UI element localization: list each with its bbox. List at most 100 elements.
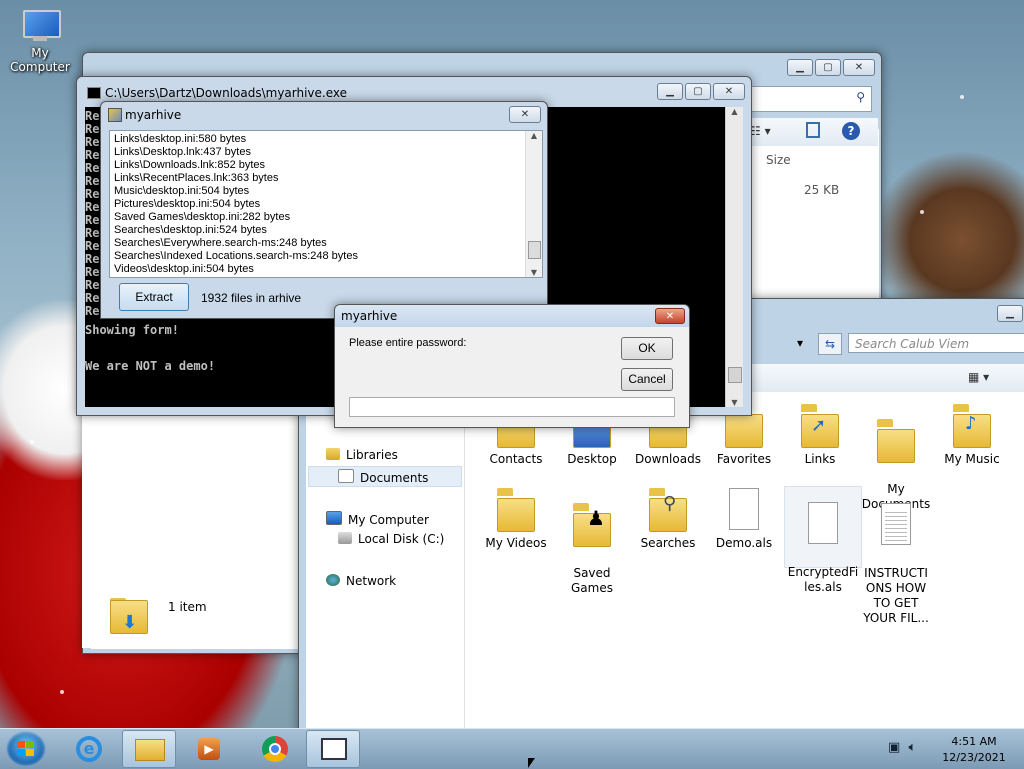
archive-file-list[interactable]: Links\desktop.ini:580 bytes Links\Deskto… [109, 130, 543, 278]
mouse-cursor-icon [528, 758, 535, 768]
folder-icon [135, 739, 165, 761]
nav-item-libraries[interactable]: Libraries [326, 448, 398, 462]
maximize-button[interactable]: ▢ [685, 83, 711, 100]
minimize-button[interactable]: ▁ [997, 305, 1023, 322]
file-my-videos[interactable]: My Videos [478, 488, 554, 551]
list-item[interactable]: Links\desktop.ini:580 bytes [114, 133, 246, 145]
console-line: Re [85, 135, 100, 149]
scroll-up-icon[interactable]: ▲ [526, 131, 542, 140]
documents-icon [338, 469, 354, 483]
document-icon [725, 488, 763, 532]
navigation-pane [306, 392, 465, 728]
dialog-titlebar: myarhive ✕ [335, 305, 689, 327]
archive-title: myarhive [125, 108, 182, 122]
file-encrypted-files-als[interactable]: EncryptedFi les.als [784, 486, 862, 594]
cancel-button[interactable]: Cancel [621, 368, 673, 391]
help-icon[interactable]: ? [842, 122, 860, 140]
taskbar-console-app[interactable] [306, 730, 360, 768]
archive-window[interactable]: myarhive ✕ Links\desktop.ini:580 bytes L… [100, 101, 548, 319]
console-line: Re [85, 161, 100, 175]
view-options-icon[interactable]: ☷ ▾ [750, 124, 771, 138]
console-scrollbar[interactable]: ▲ ▼ [725, 107, 743, 407]
text-document-icon [877, 503, 915, 547]
list-item[interactable]: Searches\Everywhere.search-ms:248 bytes [114, 237, 327, 249]
clock-date: 12/23/2021 [942, 751, 1006, 764]
status-item-count: 1 item [168, 600, 207, 614]
list-item[interactable]: Links\RecentPlaces.lnk:363 bytes [114, 172, 278, 184]
system-tray: ▣ 🔈︎ [888, 740, 916, 755]
console-line: Re [85, 278, 100, 292]
file-saved-games[interactable]: ♟ Saved Games [554, 488, 630, 596]
refresh-icon[interactable]: ⇆ [818, 333, 842, 355]
volume-icon[interactable]: 🔈︎ [908, 740, 916, 755]
scroll-thumb[interactable] [528, 241, 541, 259]
back-search-box[interactable]: ⚲ [750, 86, 872, 112]
minimize-button[interactable]: ▁ [787, 59, 813, 76]
close-button[interactable]: ✕ [655, 308, 685, 324]
file-searches[interactable]: ⚲ Searches [630, 488, 706, 551]
network-tray-icon[interactable]: ▣ [888, 740, 900, 755]
taskbar-media-player[interactable]: ▶ [182, 730, 236, 768]
list-item[interactable]: Searches\Indexed Locations.search-ms:248… [114, 250, 358, 262]
password-dialog[interactable]: myarhive ✕ Please entire password: OK Ca… [334, 304, 690, 428]
list-item[interactable]: Links\Downloads.lnk:852 bytes [114, 159, 265, 171]
change-view-icon[interactable]: ▦ ▾ [968, 370, 989, 384]
file-my-music[interactable]: ♪ My Music [934, 404, 1010, 467]
console-line: Re [85, 174, 100, 188]
chrome-icon [262, 736, 288, 762]
nav-item-network[interactable]: Network [326, 574, 396, 588]
downloads-folder-icon: ⬇ [110, 598, 148, 634]
console-title: C:\Users\Dartz\Downloads\myarhive.exe [105, 86, 348, 100]
preview-pane-icon[interactable] [806, 122, 820, 138]
desktop-icon-my-computer[interactable]: My Computer [2, 8, 78, 74]
address-dropdown-icon[interactable]: ▾ [797, 336, 803, 350]
file-label: Demo.als [715, 536, 773, 550]
nav-item-my-computer[interactable]: My Computer [326, 511, 429, 527]
file-instructions[interactable]: INSTRUCTI ONS HOW TO GET YOUR FIL... [858, 488, 934, 626]
windows-logo-icon [17, 741, 35, 757]
maximize-button[interactable]: ▢ [815, 59, 841, 76]
taskbar-chrome[interactable] [248, 730, 302, 768]
file-links[interactable]: ➚ Links [782, 404, 858, 467]
list-item[interactable]: Videos\desktop.ini:504 bytes [114, 263, 254, 275]
list-item[interactable]: Links\Desktop.lnk:437 bytes [114, 146, 251, 158]
nav-label: Local Disk (C:) [358, 532, 445, 546]
file-label: Contacts [489, 452, 543, 466]
password-input[interactable] [349, 397, 675, 417]
dialog-title: myarhive [341, 309, 398, 323]
nav-item-local-disk[interactable]: Local Disk (C:) [338, 532, 444, 546]
taskbar-internet-explorer[interactable]: e [62, 730, 116, 768]
list-item[interactable]: Searches\desktop.ini:524 bytes [114, 224, 267, 236]
ok-button[interactable]: OK [621, 337, 673, 360]
close-button[interactable]: ✕ [843, 59, 875, 76]
list-item[interactable]: Pictures\desktop.ini:504 bytes [114, 198, 260, 210]
scroll-up-icon[interactable]: ▲ [726, 107, 743, 116]
console-line: Re [85, 239, 100, 253]
taskbar-explorer[interactable] [122, 730, 176, 768]
close-button[interactable]: ✕ [713, 83, 745, 100]
scroll-down-icon[interactable]: ▼ [726, 398, 743, 407]
list-scrollbar[interactable]: ▲ ▼ [525, 131, 542, 277]
close-button[interactable]: ✕ [509, 106, 541, 123]
minimize-button[interactable]: ▁ [657, 83, 683, 100]
console-line: Re [85, 148, 100, 162]
file-label: Searches [640, 536, 696, 550]
console-line: Re [85, 213, 100, 227]
list-item[interactable]: Music\desktop.ini:504 bytes [114, 185, 249, 197]
list-item[interactable]: Saved Games\desktop.ini:282 bytes [114, 211, 290, 223]
console-line: Re [85, 265, 100, 279]
console-line: Re [85, 122, 100, 136]
wallpaper-snowflake [920, 210, 924, 214]
start-button[interactable] [6, 731, 46, 767]
file-label: Links [804, 452, 836, 466]
search-input[interactable]: Search Calub Viem [848, 333, 1024, 353]
nav-item-documents[interactable]: Documents [338, 469, 428, 485]
file-demo-als[interactable]: Demo.als [706, 488, 782, 551]
column-header-size[interactable]: Size [766, 153, 791, 167]
extract-button[interactable]: Extract [119, 283, 189, 311]
console-icon [87, 87, 101, 99]
password-prompt: Please entire password: [349, 337, 467, 349]
scroll-thumb[interactable] [728, 367, 742, 383]
taskbar-clock[interactable]: 4:51 AM 12/23/2021 [934, 734, 1014, 766]
scroll-down-icon[interactable]: ▼ [526, 268, 542, 277]
